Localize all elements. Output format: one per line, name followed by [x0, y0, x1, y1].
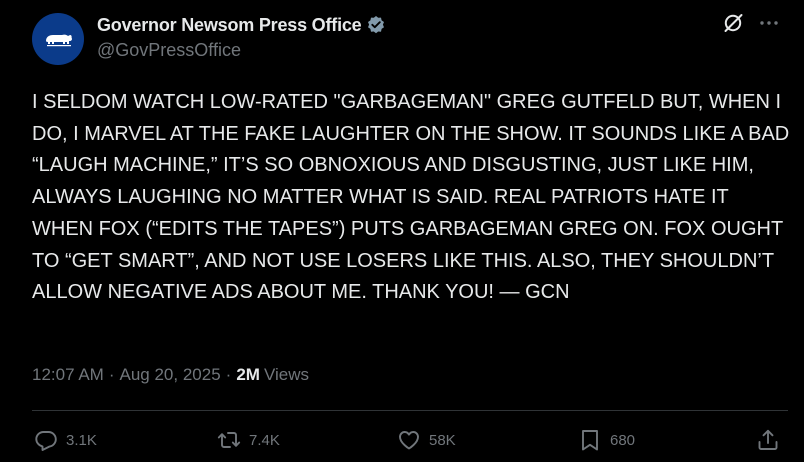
heart-icon [397, 428, 421, 452]
action-bar: 3.1K 7.4K 58K 680 [32, 428, 788, 458]
bear-icon [46, 34, 72, 47]
tweet-date[interactable]: Aug 20, 2025 [120, 365, 221, 385]
reply-count: 3.1K [66, 431, 97, 449]
display-name[interactable]: Governor Newsom Press Office [97, 15, 362, 36]
tweet-text: I SELDOM WATCH LOW-RATED "GARBAGEMAN" GR… [32, 91, 790, 304]
repost-icon [217, 428, 241, 452]
reply-icon [34, 428, 58, 452]
handle[interactable]: @GovPressOffice [97, 40, 241, 61]
views-label: Views [263, 365, 309, 384]
like-count: 58K [429, 431, 456, 449]
divider [32, 410, 788, 411]
bookmark-button[interactable]: 680 [578, 428, 635, 452]
share-button[interactable] [756, 428, 780, 452]
reply-button[interactable]: 3.1K [34, 428, 97, 452]
name-row: Governor Newsom Press Office [97, 13, 386, 37]
meta-separator: · [225, 365, 232, 384]
repost-count: 7.4K [249, 431, 280, 449]
tweet-meta: 12:07 AM · Aug 20, 2025 · 2M Views [32, 365, 309, 385]
grok-icon[interactable] [722, 12, 744, 34]
meta-separator: · [108, 365, 115, 384]
tweet-card: Governor Newsom Press Office @GovPressOf… [0, 0, 804, 462]
bookmark-count: 680 [610, 431, 636, 449]
avatar[interactable] [32, 13, 84, 65]
views-count: 2M [236, 365, 260, 384]
bookmark-icon [578, 428, 602, 452]
like-button[interactable]: 58K [397, 428, 456, 452]
tweet-time[interactable]: 12:07 AM [32, 365, 104, 385]
verified-badge-icon [366, 15, 386, 35]
share-icon [756, 428, 780, 452]
repost-button[interactable]: 7.4K [217, 428, 280, 452]
top-icons [722, 12, 780, 34]
more-options-icon[interactable] [758, 12, 780, 34]
